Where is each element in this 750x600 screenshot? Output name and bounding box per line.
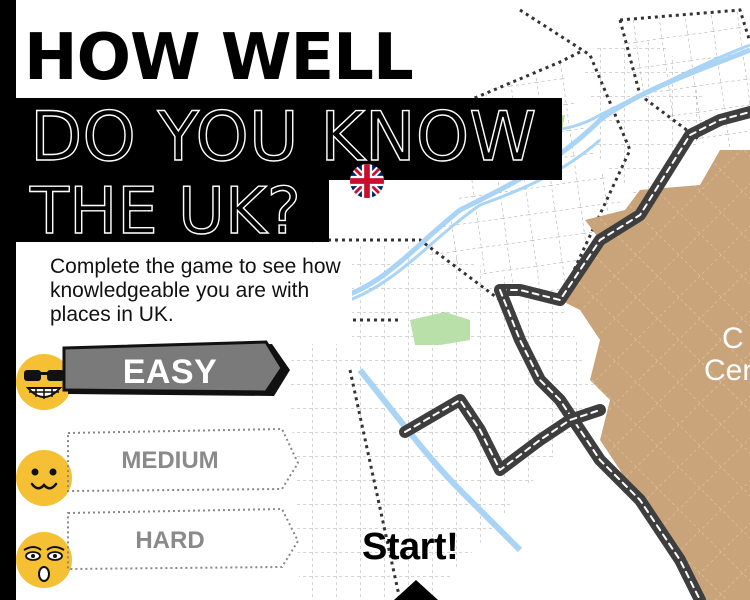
left-edge-bar bbox=[0, 0, 16, 600]
game-description: Complete the game to see how knowledgeab… bbox=[50, 255, 341, 326]
level-hard-button[interactable]: HARD bbox=[60, 505, 300, 571]
city-center-label-line2: Cen bbox=[704, 354, 750, 387]
uk-flag-icon bbox=[350, 164, 384, 198]
start-button[interactable]: Start! bbox=[362, 526, 459, 569]
level-hard-label: HARD bbox=[135, 527, 205, 554]
level-easy-button[interactable]: EASY bbox=[60, 340, 300, 404]
title-line-2: DO YOU KNOW bbox=[16, 98, 563, 180]
title-line-1: HOW WELL bbox=[16, 20, 423, 94]
level-easy-label: EASY bbox=[122, 352, 218, 391]
title-line-3: THE UK? bbox=[16, 179, 329, 245]
level-medium-button[interactable]: MEDIUM bbox=[60, 425, 300, 493]
city-center-label-line1: C bbox=[722, 322, 744, 355]
level-medium-label: MEDIUM bbox=[121, 447, 219, 474]
start-arrow-icon bbox=[394, 580, 438, 600]
